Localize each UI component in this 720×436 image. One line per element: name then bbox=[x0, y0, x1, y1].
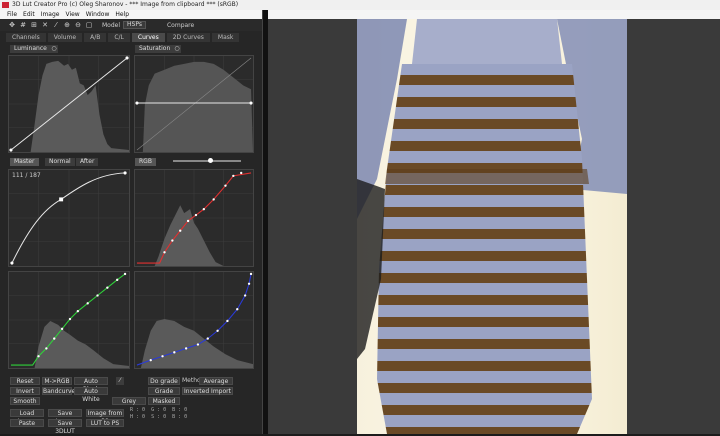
curve-point[interactable] bbox=[10, 261, 14, 265]
tab-curves[interactable]: Curves bbox=[131, 33, 165, 42]
rgb-readout: R : 0 G : 0 B : 0 bbox=[130, 407, 188, 413]
histogram bbox=[142, 61, 253, 152]
reset-button[interactable]: Reset bbox=[10, 377, 40, 385]
bandcurve-button[interactable]: Bandcurve bbox=[42, 387, 75, 395]
curve-point[interactable] bbox=[135, 101, 139, 105]
luminance-curve-graph[interactable] bbox=[8, 55, 130, 153]
curve-opacity-slider[interactable] bbox=[173, 158, 241, 163]
tab-channels[interactable]: Channels bbox=[6, 33, 46, 42]
slider-knob[interactable] bbox=[208, 158, 213, 163]
auto-black-button[interactable]: Auto Black bbox=[74, 377, 108, 393]
toolbar: ✥ # ⊞ ✕ ⁄ ⊕ ⊖ ▢ Model HSPs Compare bbox=[0, 19, 262, 31]
master-button[interactable]: Master bbox=[10, 158, 39, 166]
tools-panel: Channels Volume A/B C/L Curves 2D Curves… bbox=[0, 31, 262, 435]
window-titlebar: 3D Lut Creator Pro (c) Oleg Sharonov - *… bbox=[0, 0, 720, 10]
image-from-ps-button[interactable]: Image from PS bbox=[86, 409, 124, 425]
fit-icon[interactable]: ▢ bbox=[85, 21, 93, 29]
eyedropper-icon[interactable]: ⁄ bbox=[52, 21, 60, 29]
zoom-out-icon[interactable]: ⊖ bbox=[74, 21, 82, 29]
curve-point[interactable] bbox=[249, 101, 253, 105]
curve-point[interactable] bbox=[125, 56, 129, 60]
inverted-import-button[interactable]: Inverted Import bbox=[182, 387, 233, 395]
curve-point[interactable] bbox=[9, 148, 13, 152]
save-image-button[interactable]: Save Image bbox=[48, 409, 82, 425]
histogram bbox=[154, 205, 224, 266]
tab-bar: Channels Volume A/B C/L Curves 2D Curves… bbox=[6, 33, 240, 42]
reset-curve-icon[interactable]: ○ bbox=[50, 45, 58, 53]
pixel-readout: R : 0 G : 0 B : 0 H : 0 S : 0 B : 0 bbox=[130, 407, 187, 421]
grade-button[interactable]: Grade bbox=[148, 387, 180, 395]
grid-icon[interactable]: # bbox=[19, 21, 27, 29]
menu-edit[interactable]: Edit bbox=[23, 10, 35, 19]
histogram bbox=[30, 60, 129, 152]
menu-help[interactable]: Help bbox=[115, 10, 129, 19]
auto-white-button[interactable]: Auto White bbox=[74, 387, 108, 403]
model-select[interactable]: HSPs bbox=[123, 21, 146, 29]
m-hkgb-button[interactable]: M->RGB bbox=[42, 377, 72, 385]
saturation-label[interactable]: Saturation bbox=[135, 45, 175, 53]
do-grade-button[interactable]: Do grade bbox=[148, 377, 180, 385]
paste-button[interactable]: Paste bbox=[10, 419, 44, 427]
master-curve-graph[interactable]: 111 / 187 bbox=[8, 169, 130, 267]
lut-to-ps-button[interactable]: LUT to PS bbox=[86, 419, 124, 427]
method-select[interactable]: Average bbox=[199, 377, 233, 385]
tab-ab[interactable]: A/B bbox=[84, 33, 107, 42]
compare-button[interactable]: Compare bbox=[167, 22, 194, 29]
tab-2d-curves[interactable]: 2D Curves bbox=[166, 33, 210, 42]
load-image-button[interactable]: Load Image bbox=[10, 409, 44, 425]
luminance-label[interactable]: Luminance bbox=[10, 45, 51, 53]
app-icon bbox=[2, 2, 9, 8]
menu-view[interactable]: View bbox=[65, 10, 79, 19]
tab-cl[interactable]: C/L bbox=[108, 33, 130, 42]
saturation-curve-graph[interactable] bbox=[134, 55, 254, 153]
reset-curve-icon[interactable]: ○ bbox=[173, 45, 181, 53]
rgb-button[interactable]: RGB bbox=[135, 158, 156, 166]
blue-curve-graph[interactable] bbox=[134, 271, 254, 369]
curve-point-selected[interactable] bbox=[59, 197, 64, 202]
close-icon[interactable]: ✕ bbox=[41, 21, 49, 29]
save-3dlut-button[interactable]: Save 3DLUT bbox=[48, 419, 82, 435]
grid-icon[interactable]: ⊞ bbox=[30, 21, 38, 29]
dress-photo bbox=[357, 19, 627, 434]
menu-window[interactable]: Window bbox=[86, 10, 110, 19]
histogram bbox=[34, 320, 129, 368]
red-curve-graph[interactable] bbox=[134, 169, 254, 267]
menu-image[interactable]: Image bbox=[41, 10, 60, 19]
model-label: Model bbox=[102, 21, 121, 29]
menu-bar: File Edit Image View Window Help bbox=[0, 10, 720, 19]
hsb-readout: H : 0 S : 0 B : 0 bbox=[130, 414, 188, 420]
graph-grid bbox=[9, 170, 129, 266]
after-button[interactable]: After bbox=[76, 158, 99, 166]
tab-volume[interactable]: Volume bbox=[47, 33, 83, 42]
invert-button[interactable]: Invert bbox=[10, 387, 40, 395]
before-button[interactable]: Normal bbox=[45, 158, 75, 166]
green-curve-graph[interactable] bbox=[8, 271, 130, 369]
masked-button[interactable]: Masked bbox=[148, 397, 180, 405]
grey-select[interactable]: Grey bbox=[112, 397, 146, 405]
image-viewer[interactable] bbox=[268, 19, 720, 434]
curve-readout: 111 / 187 bbox=[12, 172, 41, 179]
curve-point[interactable] bbox=[123, 171, 127, 175]
smooth-button[interactable]: Smooth bbox=[10, 397, 40, 405]
tab-mask[interactable]: Mask bbox=[211, 33, 240, 42]
zoom-in-icon[interactable]: ⊕ bbox=[63, 21, 71, 29]
menu-file[interactable]: File bbox=[7, 10, 17, 19]
window-title: 3D Lut Creator Pro (c) Oleg Sharonov - *… bbox=[12, 1, 239, 8]
move-icon[interactable]: ✥ bbox=[8, 21, 16, 29]
eyedropper-icon[interactable]: ⁄ bbox=[116, 377, 124, 385]
